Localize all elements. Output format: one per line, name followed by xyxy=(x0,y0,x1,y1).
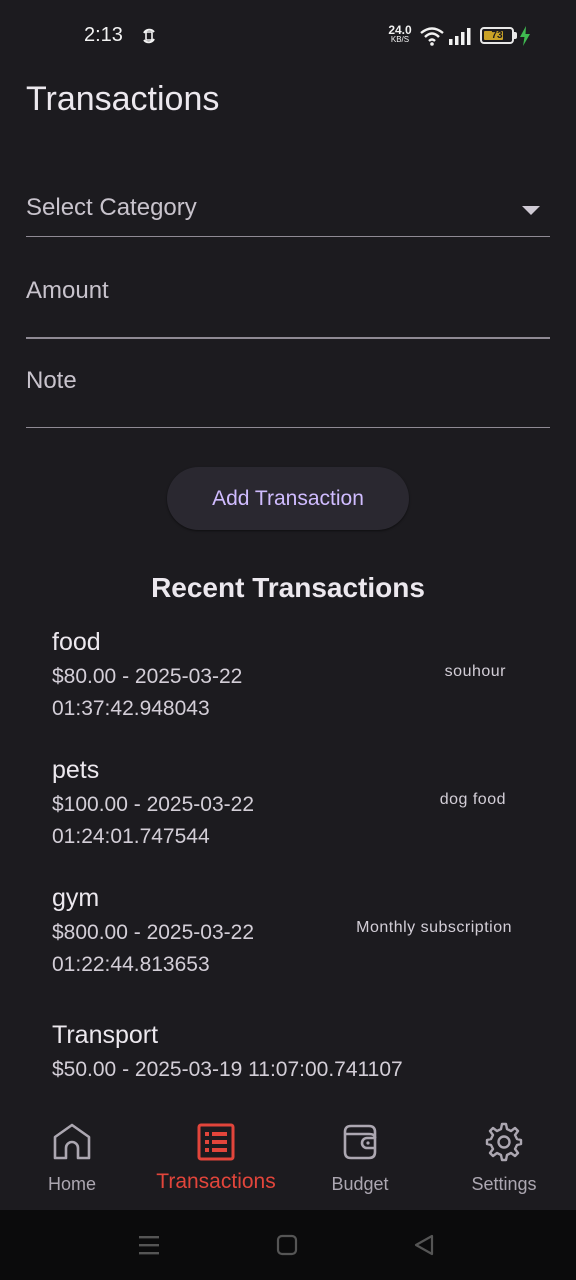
dropdown-arrow-icon xyxy=(522,206,540,215)
page-title: Transactions xyxy=(26,80,220,118)
transaction-item[interactable]: food $80.00 - 2025-03-22 01:37:42.948043… xyxy=(52,627,532,725)
gear-icon xyxy=(485,1122,523,1162)
amount-placeholder: Amount xyxy=(26,277,109,304)
transaction-category: pets xyxy=(52,756,100,784)
transaction-detail: $100.00 - 2025-03-22 01:24:01.747544 xyxy=(52,793,254,848)
status-time: 2:13 xyxy=(84,24,123,46)
wallet-icon xyxy=(343,1124,377,1160)
transaction-detail: $800.00 - 2025-03-22 01:22:44.813653 xyxy=(52,921,254,976)
system-navigation-bar xyxy=(0,1210,576,1280)
nav-budget[interactable]: Budget xyxy=(288,1106,432,1210)
transaction-note: Monthly subscription xyxy=(356,919,512,936)
nav-home-label: Home xyxy=(47,1174,96,1194)
nav-home[interactable]: Home xyxy=(0,1106,144,1210)
back-triangle-icon[interactable] xyxy=(412,1232,436,1258)
transaction-detail: $50.00 - 2025-03-19 11:07:00.741107 xyxy=(52,1058,403,1081)
transaction-detail: $80.00 - 2025-03-22 01:37:42.948043 xyxy=(52,665,243,720)
battery-nub xyxy=(514,32,517,39)
signal-icon xyxy=(449,28,471,45)
battery-level: 73 xyxy=(491,30,503,41)
home-icon xyxy=(53,1123,91,1160)
transaction-category: food xyxy=(52,628,101,656)
nav-settings[interactable]: Settings xyxy=(432,1106,576,1210)
wifi-icon xyxy=(420,27,444,46)
category-placeholder: Select Category xyxy=(26,194,197,221)
transaction-note: dog food xyxy=(439,791,506,808)
transaction-item[interactable]: gym $800.00 - 2025-03-22 01:22:44.813653… xyxy=(52,883,532,981)
bottom-navigation: Home Transactions Budget Settings xyxy=(0,1106,576,1210)
recents-menu-icon[interactable] xyxy=(137,1232,161,1258)
nav-transactions-label: Transactions xyxy=(156,1170,276,1193)
note-placeholder: Note xyxy=(26,367,77,394)
network-speed: 24.0 KB/S xyxy=(384,23,416,45)
amount-input[interactable]: Amount xyxy=(26,277,550,339)
network-speed-value: 24.0 xyxy=(388,23,412,37)
list-icon xyxy=(197,1123,235,1161)
sync-icon xyxy=(143,28,155,44)
nav-settings-label: Settings xyxy=(471,1174,537,1194)
category-select[interactable]: Select Category xyxy=(26,194,550,237)
battery-icon: 73 xyxy=(480,27,514,44)
home-square-icon[interactable] xyxy=(275,1232,299,1258)
add-transaction-button[interactable]: Add Transaction xyxy=(167,467,409,530)
transaction-note: souhour xyxy=(444,663,506,680)
recent-transactions-title: Recent Transactions xyxy=(151,572,425,603)
nav-budget-label: Budget xyxy=(331,1174,389,1194)
transaction-category: gym xyxy=(52,884,100,912)
charging-icon xyxy=(520,26,530,46)
status-bar: 2:13 24.0 KB/S 73 xyxy=(0,0,576,72)
transaction-category: Transport xyxy=(52,1021,159,1049)
transaction-item[interactable]: Transport $50.00 - 2025-03-19 11:07:00.7… xyxy=(52,1020,532,1086)
nav-transactions[interactable]: Transactions xyxy=(144,1106,288,1210)
note-input[interactable]: Note xyxy=(26,367,550,428)
transaction-item[interactable]: pets $100.00 - 2025-03-22 01:24:01.74754… xyxy=(52,755,532,853)
